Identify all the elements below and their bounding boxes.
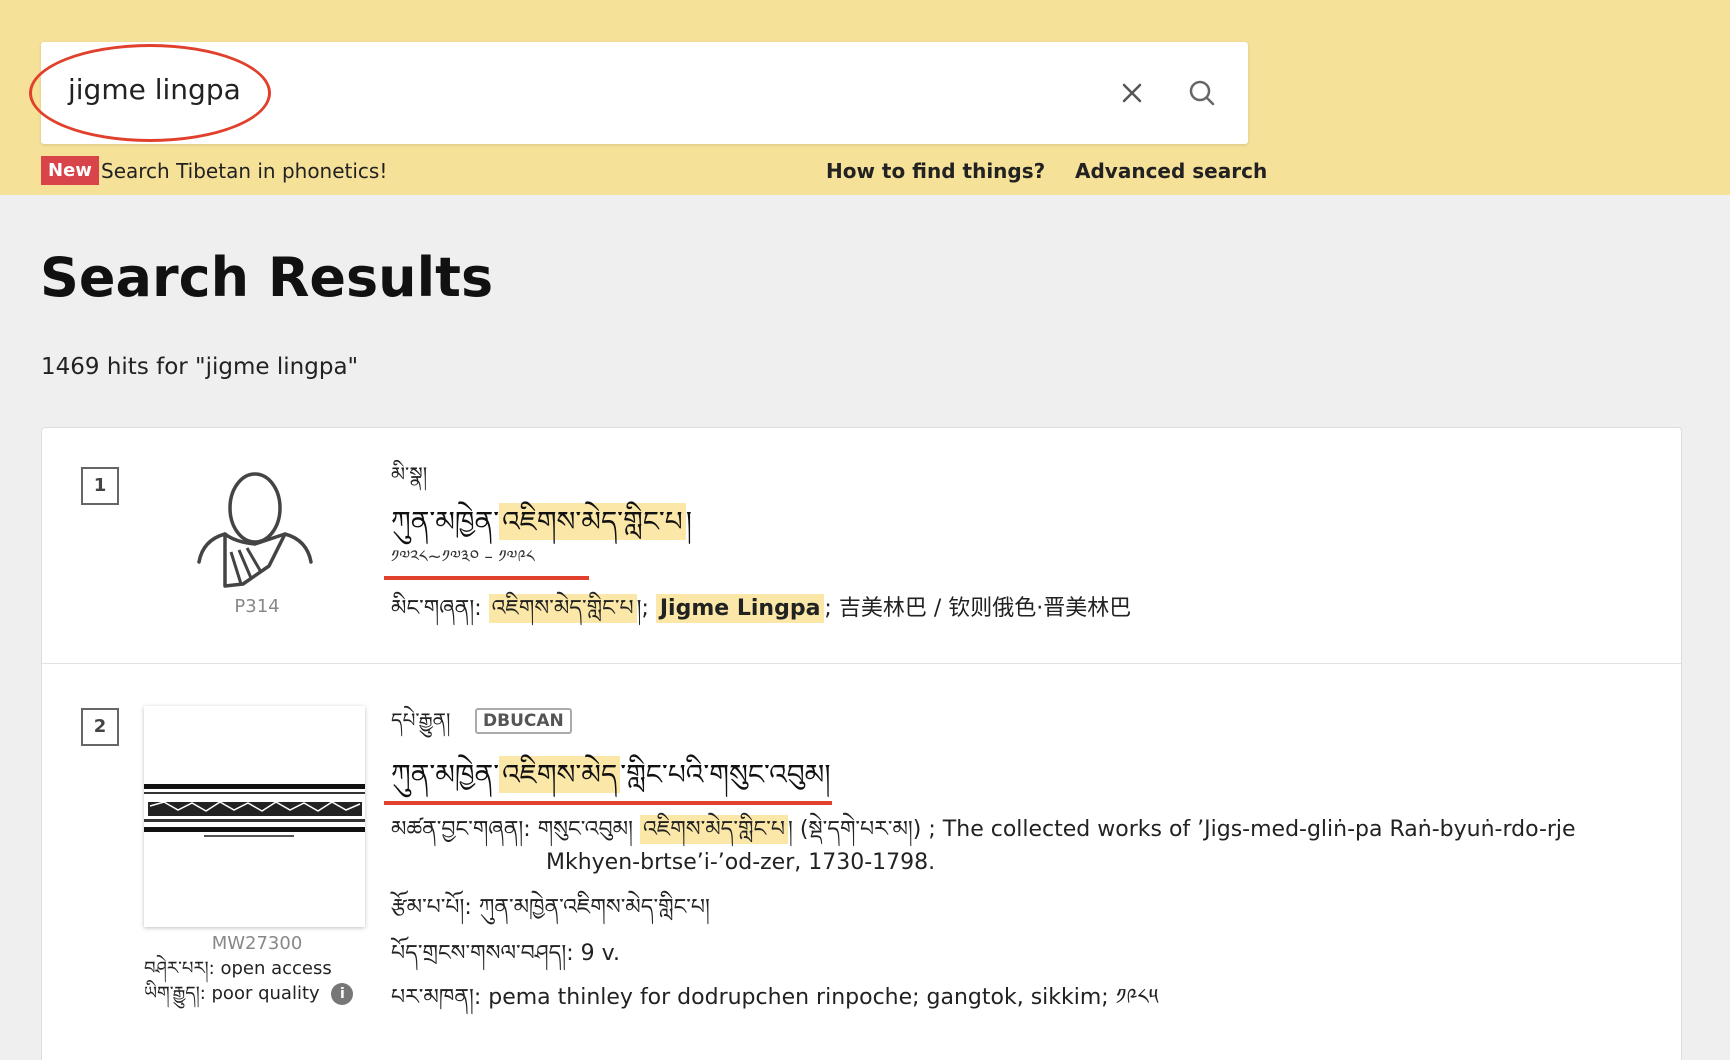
title-prefix: ཀུན་མཁྱེན་ (391, 505, 500, 538)
field-label: པར་མཁན།: (391, 985, 482, 1010)
access-value: open access (220, 958, 332, 979)
access-label: བཤེར་པར།: (144, 958, 215, 979)
scan-thumbnail[interactable] (144, 706, 365, 927)
quality-status: ཡིག་རྒྱུད།: poor quality i (144, 983, 354, 1005)
title-highlight: འཇིགས་མེད་གླིང་པ (499, 503, 686, 540)
result-divider (42, 663, 1681, 664)
info-icon[interactable]: i (331, 983, 354, 1005)
annotation-circle (29, 44, 271, 142)
alt-title-field: མཚན་བྱང་གཞན།: གསུང་འབུམ། འཇིགས་མེད་གླིང་… (391, 814, 1576, 846)
alt-title-mid: ། (སྡེ་དགེ་པར་མ།) (787, 817, 922, 842)
annotation-underline (384, 576, 589, 580)
search-icon[interactable] (1187, 78, 1217, 108)
volumes-field: པོད་གྲངས་གསལ་བཤད།: 9 v. (391, 938, 620, 970)
title-prefix: ཀུན་མཁྱེན་ (391, 758, 500, 791)
phonetics-promo[interactable]: Search Tibetan in phonetics! (101, 157, 387, 185)
results-list: 1 P314 མི་སྣ། ཀུན་མཁྱེན་ འཇིགས་མེད་གླིང་པ… (41, 427, 1682, 1060)
alt-title-prefix: གསུང་འབུམ། (537, 817, 633, 842)
publisher-value: pema thinley for dodrupchen rinpoche; ga… (488, 985, 1159, 1010)
search-header: jigme lingpa New Search Tibetan in phone… (0, 0, 1730, 195)
field-label: པོད་གྲངས་གསལ་བཤད།: (391, 941, 574, 966)
result-type: མི་སྣ། (391, 462, 428, 486)
advanced-search-link[interactable]: Advanced search (1075, 157, 1267, 185)
other-names-field: མིང་གཞན།: འཇིགས་མེད་གླིང་པ །; Jigme Lingp… (391, 593, 1131, 625)
result-title[interactable]: ཀུན་མཁྱེན་ འཇིགས་མེད ་གླིང་པའི་གསུང་འབུམ། (391, 755, 831, 795)
alt-title-english: ; The collected works of ’Jigs-med-gliṅ-… (928, 817, 1576, 842)
author-field: རྩོམ་པ་པོ།: ཀུན་མཁྱེན་འཇིགས་མེད་གླིང་པ། (391, 892, 710, 924)
result-type: དཔེ་རྒྱུན། (391, 708, 451, 732)
volumes-value: 9 v. (580, 941, 620, 966)
hits-count: 1469 hits for "jigme lingpa" (41, 354, 359, 380)
new-badge: New (41, 156, 99, 185)
title-suffix: ། (685, 505, 692, 538)
author-value[interactable]: ཀུན་མཁྱེན་འཇིགས་མེད་གླིང་པ། (479, 895, 710, 920)
names-separator: །; (636, 596, 649, 621)
alt-title-highlight: འཇིགས་མེད་གླིང་པ (639, 815, 788, 844)
search-box[interactable]: jigme lingpa (29, 42, 1248, 144)
names-rest: ; 吉美林巴 / 钦则俄色·晋美林巴 (824, 596, 1132, 621)
title-suffix: ་གླིང་པའི་གསུང་འབུམ། (620, 758, 831, 791)
alt-title-english-cont: Mkhyen-brtse’i-’od-zer, 1730-1798. (546, 850, 936, 875)
result-number: 2 (81, 708, 119, 746)
how-to-find-link[interactable]: How to find things? (826, 157, 1045, 185)
quality-value: poor quality (211, 983, 320, 1004)
annotation-underline (384, 801, 832, 805)
close-icon[interactable] (1117, 78, 1147, 108)
result-id: MW27300 (211, 933, 303, 954)
script-tag: DBUCAN (475, 708, 572, 734)
quality-label: ཡིག་རྒྱུད།: (144, 983, 206, 1004)
person-silhouette-icon (195, 466, 315, 596)
field-label: མཚན་བྱང་གཞན།: (391, 817, 531, 842)
result-title[interactable]: ཀུན་མཁྱེན་ འཇིགས་མེད་གླིང་པ ། (391, 502, 692, 542)
result-id: P314 (234, 596, 280, 617)
field-label: མིང་གཞན།: (391, 596, 482, 621)
person-dates: ༡༧༢༨~༡༧༣༠ – ༡༧༩༨ (391, 547, 535, 567)
names-highlight-tibetan: འཇིགས་མེད་གླིང་པ (488, 594, 637, 623)
access-status: བཤེར་པར།: open access (144, 958, 332, 980)
publisher-field: པར་མཁན།: pema thinley for dodrupchen rin… (391, 982, 1158, 1014)
field-label: རྩོམ་པ་པོ།: (391, 895, 472, 920)
page-title: Search Results (40, 246, 494, 309)
title-highlight: འཇིགས་མེད (499, 756, 621, 793)
result-number: 1 (81, 467, 119, 505)
names-highlight-english: Jigme Lingpa (655, 594, 825, 623)
